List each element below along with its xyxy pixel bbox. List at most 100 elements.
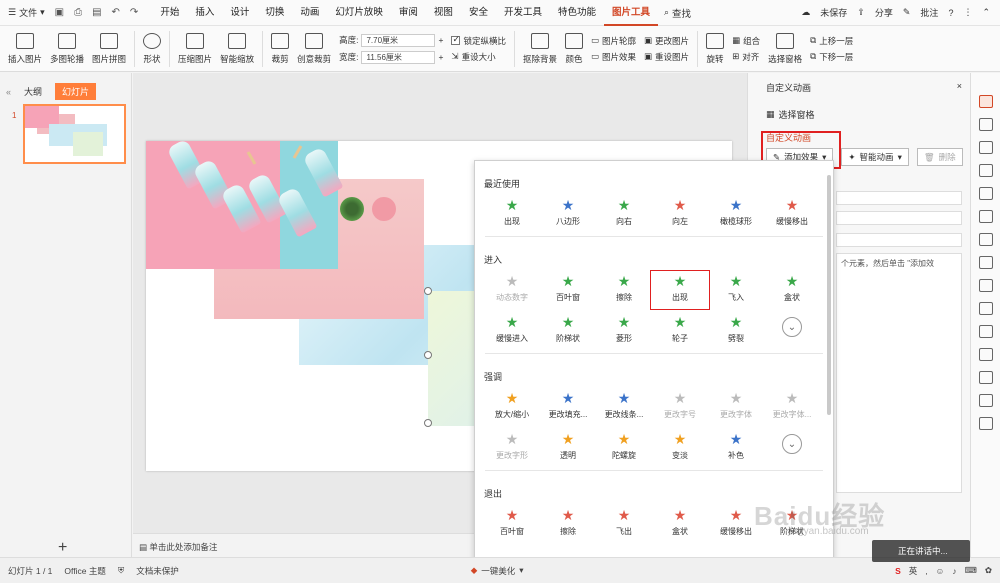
more-icon[interactable]: ⋮: [963, 7, 972, 18]
height-plus-icon[interactable]: +: [438, 35, 443, 45]
tab-slides[interactable]: 幻灯片: [55, 83, 97, 100]
redo-icon[interactable]: ↷: [130, 7, 138, 18]
width-plus-icon[interactable]: +: [438, 52, 443, 62]
effect-item[interactable]: ★ 补色: [708, 430, 764, 466]
collapse-panel-icon[interactable]: «: [6, 87, 11, 97]
effect-item[interactable]: ★ 出现: [484, 196, 540, 232]
skin-icon[interactable]: ✿: [985, 565, 992, 576]
tab-4[interactable]: 动画: [292, 0, 327, 26]
transition-icon[interactable]: [978, 164, 993, 177]
bring-forward-button[interactable]: 上移一层: [819, 35, 853, 47]
smart-animation-button[interactable]: ✦ 智能动画 ▾: [841, 148, 909, 166]
effect-item[interactable]: ★ 八边形: [540, 196, 596, 232]
effect-item[interactable]: ★ 百叶窗: [484, 506, 540, 542]
keyboard-icon[interactable]: ⌨: [965, 565, 977, 576]
effect-item[interactable]: ★ 擦除: [596, 272, 652, 308]
location-icon[interactable]: [978, 394, 993, 407]
tab-2[interactable]: 设计: [222, 0, 257, 26]
unsaved-label[interactable]: 未保存: [820, 6, 847, 19]
start-dropdown[interactable]: [836, 191, 962, 205]
effect-item[interactable]: ★ 陀螺旋: [596, 430, 652, 466]
group-button[interactable]: 组合: [743, 35, 760, 47]
color-button[interactable]: 颜色: [561, 28, 587, 70]
effect-item[interactable]: ★ 向右: [596, 196, 652, 232]
effect-item[interactable]: ★ 盒状: [652, 506, 708, 542]
effect-item[interactable]: ★ 更改字体: [708, 389, 764, 425]
picture-effects-button[interactable]: 图片效果: [602, 51, 636, 63]
selection-pane-link[interactable]: ▦ 选择窗格: [748, 108, 970, 121]
smart-zoom-button[interactable]: 智能缩放: [216, 28, 258, 70]
audio-icon[interactable]: [978, 256, 993, 269]
effect-item[interactable]: ★ 盒状: [764, 272, 820, 308]
resize-handle[interactable]: [424, 419, 432, 427]
selection-pane-button[interactable]: 选择窗格: [764, 28, 806, 70]
punctuation-icon[interactable]: ,: [925, 566, 927, 576]
shape-button[interactable]: 形状: [139, 28, 165, 70]
effect-item[interactable]: ★ 飞入: [708, 272, 764, 308]
property-dropdown[interactable]: [836, 211, 962, 225]
tab-3[interactable]: 切换: [257, 0, 292, 26]
tab-outline[interactable]: 大纲: [17, 83, 49, 100]
effect-item[interactable]: ★ 更改字体...: [764, 389, 820, 425]
help-icon[interactable]: ?: [948, 8, 953, 18]
lock-ratio-checkbox[interactable]: [451, 34, 461, 45]
print-icon[interactable]: ⎙: [74, 7, 82, 18]
effect-item[interactable]: ★ 透明: [540, 430, 596, 466]
tab-6[interactable]: 审阅: [391, 0, 426, 26]
slide-thumbnail[interactable]: [23, 104, 126, 164]
ime-logo-icon[interactable]: S: [895, 566, 901, 576]
send-backward-button[interactable]: 下移一层: [819, 51, 853, 63]
effect-item[interactable]: ★ 菱形: [596, 313, 652, 349]
insert-picture-button[interactable]: 插入图片: [4, 28, 46, 70]
microphone-icon[interactable]: ♪: [952, 566, 956, 576]
effect-item[interactable]: ★ 橄榄球形: [708, 196, 764, 232]
effect-item[interactable]: ★ 擦除: [540, 506, 596, 542]
reset-size-button[interactable]: 重设大小: [462, 51, 496, 63]
effect-item[interactable]: ★ 更改线条...: [596, 389, 652, 425]
align-button[interactable]: 对齐: [742, 51, 759, 63]
rotate-button[interactable]: 旋转: [702, 28, 728, 70]
reset-picture-button[interactable]: 重设图片: [655, 51, 689, 63]
speed-dropdown[interactable]: [836, 233, 962, 247]
animation-list[interactable]: 个元素，然后单击 "添加效: [836, 253, 962, 493]
copy-icon[interactable]: [978, 325, 993, 338]
tab-11[interactable]: 图片工具: [603, 0, 658, 26]
effect-item[interactable]: ★ 动态数字: [484, 272, 540, 308]
delete-button[interactable]: 🗑 删除: [916, 148, 963, 166]
effect-item[interactable]: ★ 放大/缩小: [484, 389, 540, 425]
change-picture-button[interactable]: 更改图片: [655, 35, 689, 47]
picture-icon[interactable]: [978, 187, 993, 200]
width-field[interactable]: 11.56厘米: [361, 50, 436, 64]
tab-0[interactable]: 开始: [152, 0, 187, 26]
close-icon[interactable]: ×: [957, 81, 962, 94]
tab-7[interactable]: 视图: [426, 0, 461, 26]
ime-language[interactable]: 英: [909, 565, 918, 577]
resize-handle[interactable]: [424, 351, 432, 359]
effect-item[interactable]: ★ 缓慢进入: [484, 313, 540, 349]
effect-item[interactable]: ★ 变淡: [652, 430, 708, 466]
shapes-icon[interactable]: [978, 141, 993, 154]
format-icon[interactable]: [978, 118, 993, 131]
collapse-ribbon-icon[interactable]: ⌃: [982, 7, 990, 18]
resize-handle[interactable]: [424, 287, 432, 295]
effect-item[interactable]: ★ 阶梯状: [540, 313, 596, 349]
tab-9[interactable]: 开发工具: [496, 0, 550, 26]
effect-item[interactable]: ★ 轮子: [652, 313, 708, 349]
effect-item[interactable]: ★ 更改字号: [652, 389, 708, 425]
effect-item[interactable]: ★ 飞出: [596, 506, 652, 542]
document-icon[interactable]: [978, 279, 993, 292]
more-effects-button[interactable]: ⌄: [764, 313, 820, 349]
search-label[interactable]: 查找: [672, 6, 691, 20]
compress-button[interactable]: 压缩图片: [174, 28, 216, 70]
effect-item[interactable]: ★ 出现: [650, 270, 710, 310]
undo-icon[interactable]: ↶: [112, 7, 120, 18]
table-icon[interactable]: [978, 233, 993, 246]
effect-item[interactable]: ★ 更改字形: [484, 430, 540, 466]
save-icon[interactable]: ▣: [55, 7, 64, 18]
search-icon[interactable]: ⌕: [664, 7, 669, 18]
grid-icon[interactable]: [978, 371, 993, 384]
creative-crop-button[interactable]: 创意裁剪: [293, 28, 335, 70]
edit-icon[interactable]: [978, 210, 993, 223]
tab-1[interactable]: 插入: [187, 0, 222, 26]
picture-outline-button[interactable]: 图片轮廓: [602, 35, 636, 47]
